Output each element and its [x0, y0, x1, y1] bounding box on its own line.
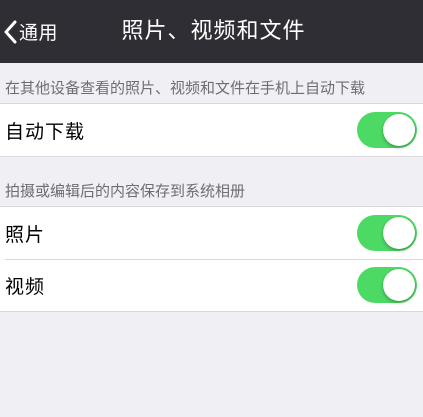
videos-label: 视频	[5, 275, 46, 298]
photos-row: 照片	[0, 207, 423, 259]
auto-download-label: 自动下载	[5, 120, 86, 143]
videos-row: 视频	[0, 259, 423, 311]
navigation-bar: 通用 照片、视频和文件	[0, 0, 423, 63]
videos-toggle[interactable]	[357, 267, 417, 303]
toggle-knob	[383, 114, 415, 146]
auto-download-toggle[interactable]	[357, 112, 417, 148]
photos-label: 照片	[5, 223, 46, 246]
section-header-save-to-album: 拍摄或编辑后的内容保存到系统相册	[5, 182, 246, 200]
auto-download-row: 自动下载	[0, 104, 423, 156]
photos-toggle[interactable]	[357, 215, 417, 251]
page-title: 照片、视频和文件	[121, 19, 306, 44]
toggle-knob	[383, 217, 415, 249]
section-header-auto-download: 在其他设备查看的照片、视频和文件在手机上自动下载	[5, 79, 366, 97]
auto-download-group: 自动下载	[0, 103, 423, 157]
toggle-knob	[383, 269, 415, 301]
save-to-album-group: 照片 视频	[0, 206, 423, 312]
